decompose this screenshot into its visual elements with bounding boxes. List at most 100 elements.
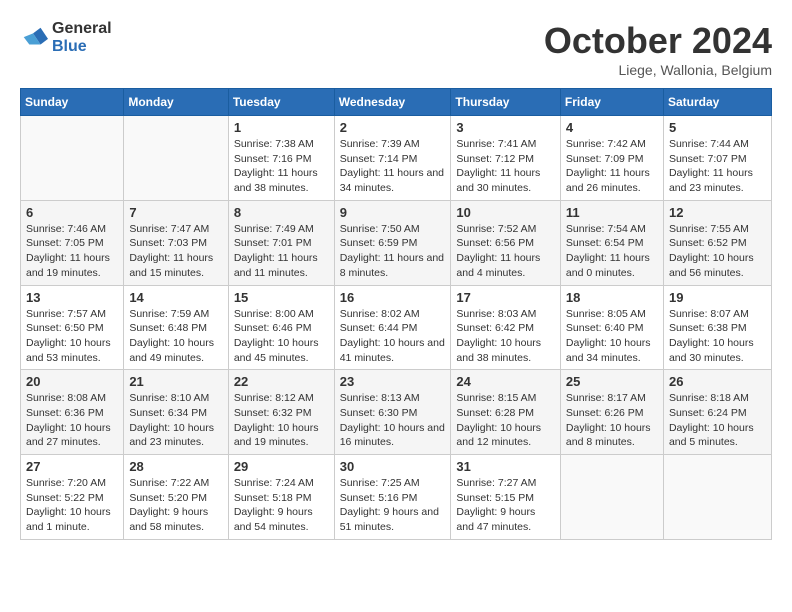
calendar-cell: 27 Sunrise: 7:20 AM Sunset: 5:22 PM Dayli…	[21, 455, 124, 540]
day-info: Sunrise: 7:41 AM Sunset: 7:12 PM Dayligh…	[456, 137, 555, 196]
calendar-cell: 21 Sunrise: 8:10 AM Sunset: 6:34 PM Dayli…	[124, 370, 228, 455]
calendar-cell: 8 Sunrise: 7:49 AM Sunset: 7:01 PM Daylig…	[228, 200, 334, 285]
day-info: Sunrise: 8:05 AM Sunset: 6:40 PM Dayligh…	[566, 307, 658, 366]
day-number: 17	[456, 290, 555, 305]
day-info: Sunrise: 8:07 AM Sunset: 6:38 PM Dayligh…	[669, 307, 766, 366]
day-number: 30	[340, 459, 446, 474]
calendar-cell: 29Sunrise: 7:24 AM Sunset: 5:18 PM Dayli…	[228, 455, 334, 540]
calendar-cell: 23 Sunrise: 8:13 AM Sunset: 6:30 PM Dayli…	[334, 370, 451, 455]
calendar-cell: 6Sunrise: 7:46 AM Sunset: 7:05 PM Daylig…	[21, 200, 124, 285]
logo-text: General Blue	[52, 20, 112, 55]
calendar-cell: 11 Sunrise: 7:54 AM Sunset: 6:54 PM Dayli…	[560, 200, 663, 285]
calendar-table: SundayMondayTuesdayWednesdayThursdayFrid…	[20, 88, 772, 540]
calendar-cell: 30 Sunrise: 7:25 AM Sunset: 5:16 PM Dayli…	[334, 455, 451, 540]
calendar-cell: 14Sunrise: 7:59 AM Sunset: 6:48 PM Dayli…	[124, 285, 228, 370]
day-info: Sunrise: 7:49 AM Sunset: 7:01 PM Dayligh…	[234, 222, 329, 281]
logo-icon	[20, 24, 48, 52]
calendar-week-row: 1Sunrise: 7:38 AM Sunset: 7:16 PM Daylig…	[21, 116, 772, 201]
day-info: Sunrise: 7:44 AM Sunset: 7:07 PM Dayligh…	[669, 137, 766, 196]
day-number: 26	[669, 374, 766, 389]
calendar-cell: 7Sunrise: 7:47 AM Sunset: 7:03 PM Daylig…	[124, 200, 228, 285]
calendar-cell	[560, 455, 663, 540]
calendar-cell: 3 Sunrise: 7:41 AM Sunset: 7:12 PM Daylig…	[451, 116, 561, 201]
day-number: 2	[340, 120, 446, 135]
day-number: 7	[129, 205, 222, 220]
day-info: Sunrise: 7:22 AM Sunset: 5:20 PM Dayligh…	[129, 476, 222, 535]
day-number: 4	[566, 120, 658, 135]
day-number: 27	[26, 459, 118, 474]
header-tuesday: Tuesday	[228, 89, 334, 116]
calendar-header-row: SundayMondayTuesdayWednesdayThursdayFrid…	[21, 89, 772, 116]
calendar-cell: 16 Sunrise: 8:02 AM Sunset: 6:44 PM Dayli…	[334, 285, 451, 370]
day-info: Sunrise: 7:42 AM Sunset: 7:09 PM Dayligh…	[566, 137, 658, 196]
calendar-cell: 22 Sunrise: 8:12 AM Sunset: 6:32 PM Dayli…	[228, 370, 334, 455]
day-number: 28	[129, 459, 222, 474]
day-number: 15	[234, 290, 329, 305]
logo: General Blue	[20, 20, 112, 55]
day-info: Sunrise: 7:38 AM Sunset: 7:16 PM Dayligh…	[234, 137, 329, 196]
calendar-cell: 31 Sunrise: 7:27 AM Sunset: 5:15 PM Dayli…	[451, 455, 561, 540]
day-info: Sunrise: 8:13 AM Sunset: 6:30 PM Dayligh…	[340, 391, 446, 450]
day-info: Sunrise: 7:55 AM Sunset: 6:52 PM Dayligh…	[669, 222, 766, 281]
page-header: General Blue October 2024 Liege, Walloni…	[20, 20, 772, 78]
calendar-cell: 18 Sunrise: 8:05 AM Sunset: 6:40 PM Dayli…	[560, 285, 663, 370]
calendar-cell: 19 Sunrise: 8:07 AM Sunset: 6:38 PM Dayli…	[663, 285, 771, 370]
day-info: Sunrise: 7:57 AM Sunset: 6:50 PM Dayligh…	[26, 307, 118, 366]
header-friday: Friday	[560, 89, 663, 116]
day-info: Sunrise: 8:12 AM Sunset: 6:32 PM Dayligh…	[234, 391, 329, 450]
day-info: Sunrise: 8:03 AM Sunset: 6:42 PM Dayligh…	[456, 307, 555, 366]
calendar-cell: 28 Sunrise: 7:22 AM Sunset: 5:20 PM Dayli…	[124, 455, 228, 540]
day-number: 31	[456, 459, 555, 474]
day-number: 3	[456, 120, 555, 135]
day-number: 10	[456, 205, 555, 220]
day-number: 21	[129, 374, 222, 389]
day-info: Sunrise: 7:20 AM Sunset: 5:22 PM Dayligh…	[26, 476, 118, 535]
calendar-cell	[21, 116, 124, 201]
header-wednesday: Wednesday	[334, 89, 451, 116]
logo-blue: Blue	[52, 38, 112, 56]
day-info: Sunrise: 8:10 AM Sunset: 6:34 PM Dayligh…	[129, 391, 222, 450]
header-saturday: Saturday	[663, 89, 771, 116]
day-number: 29	[234, 459, 329, 474]
day-info: Sunrise: 8:18 AM Sunset: 6:24 PM Dayligh…	[669, 391, 766, 450]
day-number: 22	[234, 374, 329, 389]
day-number: 11	[566, 205, 658, 220]
calendar-cell: 13Sunrise: 7:57 AM Sunset: 6:50 PM Dayli…	[21, 285, 124, 370]
day-number: 12	[669, 205, 766, 220]
calendar-week-row: 27 Sunrise: 7:20 AM Sunset: 5:22 PM Dayli…	[21, 455, 772, 540]
day-info: Sunrise: 7:46 AM Sunset: 7:05 PM Dayligh…	[26, 222, 118, 281]
month-title: October 2024	[544, 20, 772, 62]
day-info: Sunrise: 8:00 AM Sunset: 6:46 PM Dayligh…	[234, 307, 329, 366]
logo-general: General	[52, 20, 112, 38]
day-info: Sunrise: 8:08 AM Sunset: 6:36 PM Dayligh…	[26, 391, 118, 450]
calendar-week-row: 6Sunrise: 7:46 AM Sunset: 7:05 PM Daylig…	[21, 200, 772, 285]
calendar-week-row: 20 Sunrise: 8:08 AM Sunset: 6:36 PM Dayli…	[21, 370, 772, 455]
header-thursday: Thursday	[451, 89, 561, 116]
day-info: Sunrise: 7:52 AM Sunset: 6:56 PM Dayligh…	[456, 222, 555, 281]
calendar-cell: 26 Sunrise: 8:18 AM Sunset: 6:24 PM Dayli…	[663, 370, 771, 455]
day-number: 16	[340, 290, 446, 305]
day-number: 19	[669, 290, 766, 305]
day-number: 24	[456, 374, 555, 389]
day-info: Sunrise: 7:39 AM Sunset: 7:14 PM Dayligh…	[340, 137, 446, 196]
calendar-cell: 12 Sunrise: 7:55 AM Sunset: 6:52 PM Dayli…	[663, 200, 771, 285]
calendar-cell: 24Sunrise: 8:15 AM Sunset: 6:28 PM Dayli…	[451, 370, 561, 455]
day-info: Sunrise: 7:54 AM Sunset: 6:54 PM Dayligh…	[566, 222, 658, 281]
calendar-cell: 2 Sunrise: 7:39 AM Sunset: 7:14 PM Daylig…	[334, 116, 451, 201]
calendar-cell	[663, 455, 771, 540]
day-info: Sunrise: 7:27 AM Sunset: 5:15 PM Dayligh…	[456, 476, 555, 535]
calendar-cell: 1Sunrise: 7:38 AM Sunset: 7:16 PM Daylig…	[228, 116, 334, 201]
day-number: 20	[26, 374, 118, 389]
day-number: 8	[234, 205, 329, 220]
day-info: Sunrise: 7:25 AM Sunset: 5:16 PM Dayligh…	[340, 476, 446, 535]
calendar-cell: 4 Sunrise: 7:42 AM Sunset: 7:09 PM Daylig…	[560, 116, 663, 201]
calendar-cell: 25Sunrise: 8:17 AM Sunset: 6:26 PM Dayli…	[560, 370, 663, 455]
calendar-cell: 20 Sunrise: 8:08 AM Sunset: 6:36 PM Dayli…	[21, 370, 124, 455]
day-number: 23	[340, 374, 446, 389]
day-number: 25	[566, 374, 658, 389]
location-subtitle: Liege, Wallonia, Belgium	[544, 62, 772, 78]
day-number: 18	[566, 290, 658, 305]
day-info: Sunrise: 8:02 AM Sunset: 6:44 PM Dayligh…	[340, 307, 446, 366]
day-info: Sunrise: 7:59 AM Sunset: 6:48 PM Dayligh…	[129, 307, 222, 366]
calendar-cell: 10 Sunrise: 7:52 AM Sunset: 6:56 PM Dayli…	[451, 200, 561, 285]
